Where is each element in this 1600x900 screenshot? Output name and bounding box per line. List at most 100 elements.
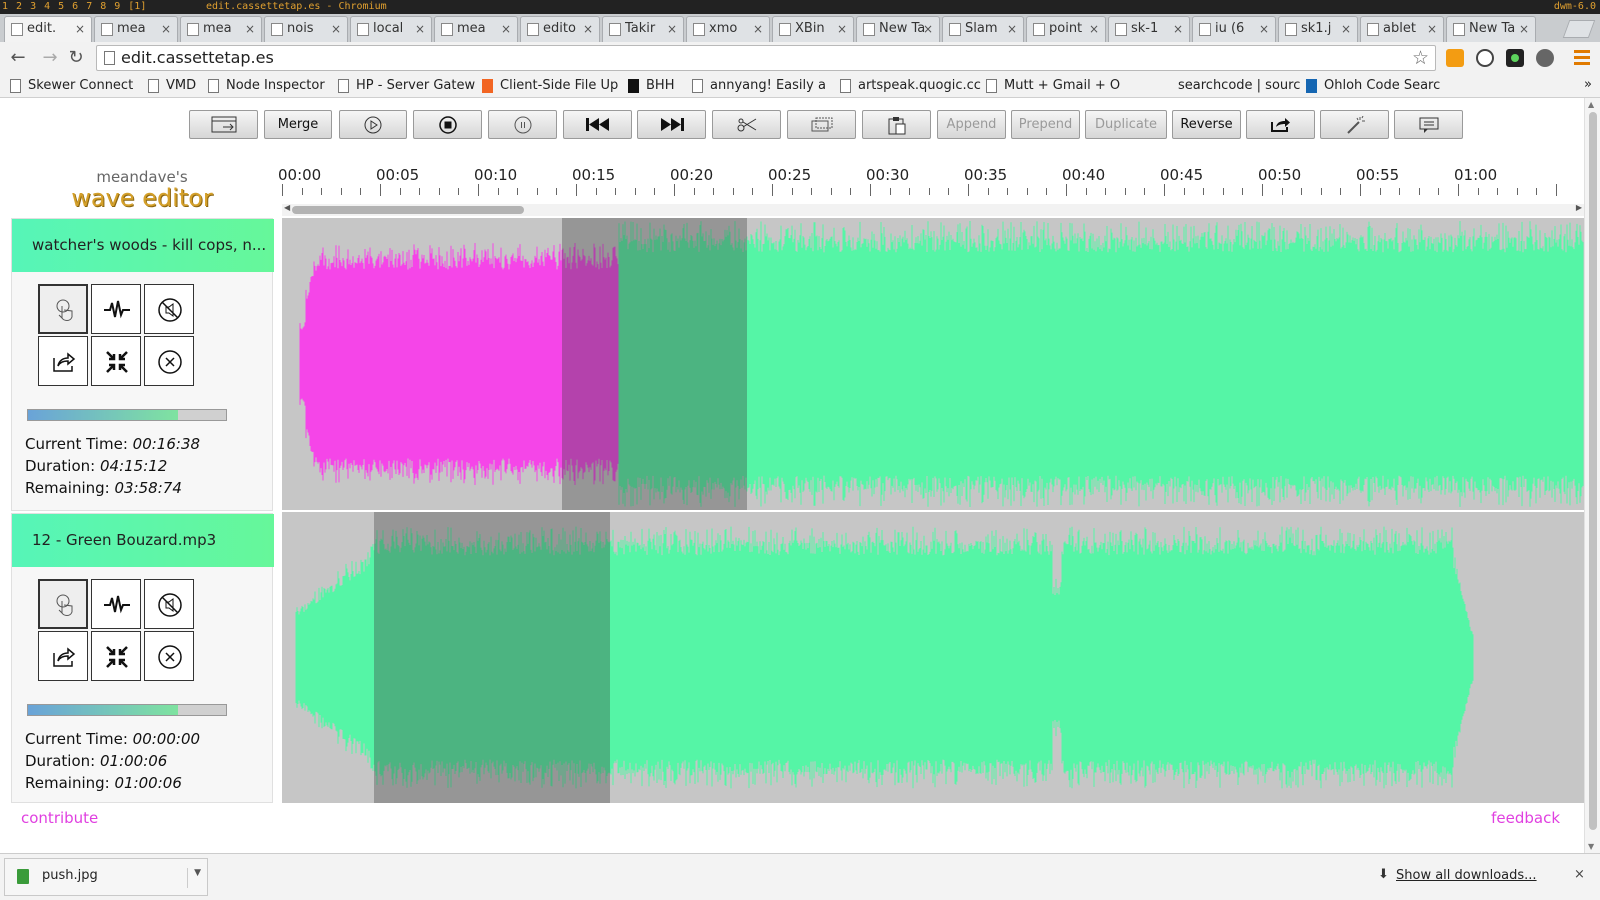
scroll-left-icon[interactable]: ◀ xyxy=(284,203,290,212)
browser-tab[interactable]: New Ta × xyxy=(1446,16,1536,42)
browser-tab[interactable]: XBin × xyxy=(772,16,854,42)
selection-region[interactable] xyxy=(619,218,747,510)
scroll-up-icon[interactable]: ▲ xyxy=(1588,100,1594,109)
tab-close-icon[interactable]: × xyxy=(583,17,593,41)
tab-close-icon[interactable]: × xyxy=(1007,17,1017,41)
back-icon[interactable]: ← xyxy=(6,46,30,70)
browser-tab[interactable]: ablet × xyxy=(1360,16,1444,42)
bookmark-item[interactable]: Client-Side File Up xyxy=(482,77,618,95)
browser-tab[interactable]: edito × xyxy=(520,16,600,42)
bookmark-item[interactable]: Skewer Connect xyxy=(10,77,133,95)
reverse-button[interactable]: Reverse xyxy=(1172,110,1241,139)
bookmark-label[interactable]: BHH xyxy=(646,78,674,93)
contribute-link[interactable]: contribute xyxy=(21,809,98,827)
bookmarks-overflow-icon[interactable]: » xyxy=(1584,77,1592,92)
chevron-down-icon[interactable]: ▼ xyxy=(187,868,201,888)
download-filename[interactable]: push.jpg xyxy=(42,868,98,883)
dwm-tags[interactable]: 1 2 3 4 5 6 7 8 9 [1] xyxy=(2,0,154,14)
bookmark-label[interactable]: Mutt + Gmail + O xyxy=(1004,78,1120,93)
share-track-button[interactable] xyxy=(38,336,88,386)
dwm-tag[interactable]: 7 xyxy=(86,1,92,12)
dwm-tag[interactable]: 9 xyxy=(114,1,120,12)
timeline-scroll-thumb[interactable] xyxy=(292,206,524,214)
chrome-menu-icon[interactable] xyxy=(1574,50,1590,66)
select-tool-button[interactable] xyxy=(38,284,88,334)
dwm-tag[interactable]: 3 xyxy=(30,1,36,12)
bookmark-label[interactable]: Node Inspector xyxy=(226,78,325,93)
waveform-canvas[interactable] xyxy=(282,512,1584,803)
bookmark-label[interactable]: annyang! Easily a xyxy=(710,78,826,93)
tab-close-icon[interactable]: × xyxy=(753,17,763,41)
scroll-right-icon[interactable]: ▶ xyxy=(1576,203,1582,212)
waveform-canvas[interactable] xyxy=(282,218,1584,510)
browser-tab[interactable]: nois × xyxy=(264,16,348,42)
collapse-button[interactable] xyxy=(91,631,141,681)
track-volume-bar[interactable] xyxy=(27,704,227,716)
browser-tab[interactable]: mea × xyxy=(94,16,178,42)
tab-close-icon[interactable]: × xyxy=(1341,17,1351,41)
record-button[interactable] xyxy=(1394,110,1463,139)
dwm-tag[interactable]: 8 xyxy=(100,1,106,12)
copy-button[interactable] xyxy=(787,110,856,139)
bookmark-label[interactable]: artspeak.quogic.cc xyxy=(858,78,981,93)
new-tab-button[interactable] xyxy=(1562,20,1596,38)
tab-close-icon[interactable]: × xyxy=(1173,17,1183,41)
forward-icon[interactable]: → xyxy=(38,46,62,70)
tab-label[interactable]: New Ta xyxy=(1469,17,1521,41)
tab-label[interactable]: edito xyxy=(543,17,585,41)
sync-extension-icon[interactable] xyxy=(1476,49,1494,67)
bookmark-label[interactable]: HP - Server Gatew xyxy=(356,78,475,93)
bookmark-item[interactable]: Node Inspector xyxy=(208,77,325,95)
feedback-link[interactable]: feedback xyxy=(1491,809,1560,827)
tab-close-icon[interactable]: × xyxy=(837,17,847,41)
browser-tab[interactable]: sk-1 × xyxy=(1108,16,1190,42)
paste-button[interactable] xyxy=(862,110,931,139)
tab-close-icon[interactable]: × xyxy=(331,17,341,41)
selection-region[interactable] xyxy=(374,512,610,803)
tab-close-icon[interactable]: × xyxy=(1259,17,1269,41)
prepend-button[interactable]: Prepend xyxy=(1011,110,1080,139)
browser-tab[interactable]: xmo × xyxy=(686,16,770,42)
page-scroll-thumb[interactable] xyxy=(1589,112,1597,830)
download-item[interactable]: push.jpg ▼ xyxy=(4,858,208,896)
browser-tab[interactable]: point × xyxy=(1026,16,1106,42)
dwm-tag[interactable]: 4 xyxy=(44,1,50,12)
timeline-scrollbar[interactable]: ◀ ▶ xyxy=(282,203,1584,216)
tab-label[interactable]: local xyxy=(373,17,417,41)
bookmark-label[interactable]: VMD xyxy=(166,78,196,93)
bookmark-item[interactable]: VMD xyxy=(148,77,196,95)
bookmark-item[interactable]: BHH xyxy=(628,77,674,95)
skip-forward-button[interactable] xyxy=(637,110,706,139)
tab-close-icon[interactable]: × xyxy=(923,17,933,41)
tab-label[interactable]: mea xyxy=(203,17,247,41)
bookmark-label[interactable]: Client-Side File Up xyxy=(500,78,618,93)
browser-tab[interactable]: mea × xyxy=(434,16,518,42)
tab-close-icon[interactable]: × xyxy=(75,17,85,41)
tab-label[interactable]: point xyxy=(1049,17,1091,41)
track-title[interactable]: 12 - Green Bouzard.mp3 xyxy=(12,514,274,567)
bookmark-item[interactable]: artspeak.quogic.cc xyxy=(840,77,981,95)
waveform-button[interactable] xyxy=(91,284,141,334)
mute-button[interactable] xyxy=(144,579,194,629)
tab-label[interactable]: sk1.j xyxy=(1301,17,1343,41)
tab-label[interactable]: mea xyxy=(117,17,163,41)
tab-close-icon[interactable]: × xyxy=(667,17,677,41)
tab-label[interactable]: ablet xyxy=(1383,17,1429,41)
effects-button[interactable] xyxy=(1320,110,1389,139)
track-title[interactable]: watcher's woods - kill cops, n... xyxy=(12,219,274,272)
stop-button[interactable] xyxy=(413,110,482,139)
tab-close-icon[interactable]: × xyxy=(245,17,255,41)
tab-close-icon[interactable]: × xyxy=(1519,17,1529,41)
browser-tab[interactable]: mea × xyxy=(180,16,262,42)
amazon-extension-icon[interactable] xyxy=(1446,49,1464,67)
tab-close-icon[interactable]: × xyxy=(1089,17,1099,41)
append-button[interactable]: Append xyxy=(937,110,1006,139)
close-track-button[interactable] xyxy=(144,336,194,386)
tab-label[interactable]: Slam xyxy=(965,17,1009,41)
reload-icon[interactable]: ↻ xyxy=(64,46,88,70)
bookmark-label[interactable]: Skewer Connect xyxy=(28,78,133,93)
globe-extension-icon[interactable] xyxy=(1536,49,1554,67)
page-scrollbar[interactable]: ▲ ▼ xyxy=(1584,98,1600,853)
browser-tab[interactable]: edit. × xyxy=(4,16,92,42)
dwm-tag[interactable]: 1 xyxy=(2,1,8,12)
